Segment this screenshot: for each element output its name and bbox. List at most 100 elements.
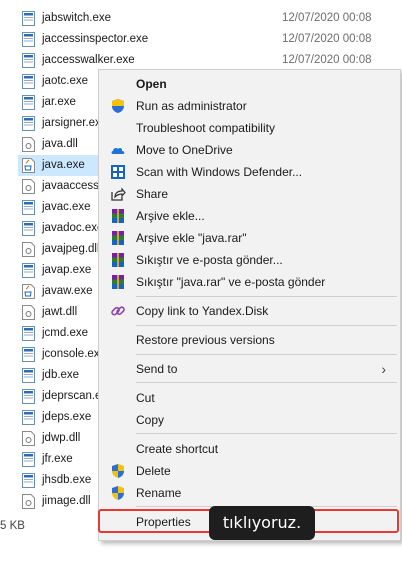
file-name: jaccesswalker.exe bbox=[42, 54, 135, 66]
dll-icon bbox=[22, 431, 35, 446]
winrar-icon bbox=[110, 208, 126, 224]
menu-label: Sıkıştır "java.rar" ve e-posta gönder bbox=[136, 275, 326, 289]
exe-icon bbox=[22, 53, 35, 68]
menu-label: Copy link to Yandex.Disk bbox=[136, 304, 269, 318]
menu-label: Arşive ekle "java.rar" bbox=[136, 231, 247, 245]
exe-icon bbox=[22, 347, 35, 362]
status-size: 5 KB bbox=[0, 520, 25, 532]
menu-separator bbox=[136, 433, 397, 434]
exe-icon bbox=[22, 221, 35, 236]
menu-separator bbox=[136, 325, 397, 326]
exe-icon bbox=[22, 116, 35, 131]
file-name: jaccessinspector.exe bbox=[42, 33, 149, 45]
menu-label: Arşive ekle... bbox=[136, 209, 205, 223]
menu-item-onedrive[interactable]: Move to OneDrive bbox=[99, 139, 400, 161]
menu-item-arsiv-ekle[interactable]: Arşive ekle... bbox=[99, 205, 400, 227]
menu-item-arsiv-ekle-java[interactable]: Arşive ekle "java.rar" bbox=[99, 227, 400, 249]
menu-item-open[interactable]: Open bbox=[99, 73, 400, 95]
menu-item-copy[interactable]: Copy bbox=[99, 409, 400, 431]
file-name: jabswitch.exe bbox=[42, 12, 112, 24]
dll-icon bbox=[22, 305, 35, 320]
file-name: javap.exe bbox=[42, 264, 92, 276]
context-menu: Open Run as administrator Troubleshoot c… bbox=[98, 69, 401, 541]
menu-separator bbox=[136, 382, 397, 383]
menu-label: Restore previous versions bbox=[136, 333, 275, 347]
menu-item-create-shortcut[interactable]: Create shortcut bbox=[99, 438, 400, 460]
chevron-right-icon: › bbox=[381, 361, 386, 377]
file-name: javadoc.exe bbox=[42, 222, 104, 234]
exe-icon bbox=[22, 452, 35, 467]
file-name: jaotc.exe bbox=[42, 75, 89, 87]
file-name: jar.exe bbox=[42, 96, 76, 108]
menu-item-share[interactable]: Share bbox=[99, 183, 400, 205]
menu-label: Move to OneDrive bbox=[136, 143, 233, 157]
file-name: jconsole.exe bbox=[42, 348, 106, 360]
menu-item-sikistir-java-gonder[interactable]: Sıkıştır "java.rar" ve e-posta gönder bbox=[99, 271, 400, 293]
menu-label: Cut bbox=[136, 391, 155, 405]
winrar-icon bbox=[110, 274, 126, 290]
file-name: jdwp.dll bbox=[42, 432, 81, 444]
menu-item-restore[interactable]: Restore previous versions bbox=[99, 329, 400, 351]
menu-item-delete[interactable]: Delete bbox=[99, 460, 400, 482]
file-name: jhsdb.exe bbox=[42, 474, 92, 486]
file-name: jfr.exe bbox=[42, 453, 73, 465]
dll-icon bbox=[22, 494, 35, 509]
defender-icon bbox=[110, 164, 126, 180]
exe-icon bbox=[22, 368, 35, 383]
java-icon bbox=[22, 284, 35, 299]
onedrive-cloud-icon bbox=[110, 142, 126, 158]
uac-shield-icon bbox=[110, 463, 126, 479]
menu-item-yandex[interactable]: Copy link to Yandex.Disk bbox=[99, 300, 400, 322]
file-name: java.dll bbox=[42, 138, 78, 150]
file-name: jdb.exe bbox=[42, 369, 80, 381]
annotation-callout: tıklıyoruz. bbox=[209, 506, 315, 540]
file-row[interactable]: jaccesswalker.exe 12/07/2020 00:08 bbox=[0, 50, 402, 71]
exe-icon bbox=[22, 11, 35, 26]
menu-label: Share bbox=[136, 187, 169, 201]
exe-icon bbox=[22, 473, 35, 488]
menu-label: Troubleshoot compatibility bbox=[136, 121, 275, 135]
file-name: java.exe bbox=[42, 159, 85, 171]
file-date: 12/07/2020 00:08 bbox=[282, 54, 372, 66]
exe-icon bbox=[22, 200, 35, 215]
exe-icon bbox=[22, 95, 35, 110]
exe-icon bbox=[22, 389, 35, 404]
dll-icon bbox=[22, 179, 35, 194]
share-icon bbox=[110, 186, 126, 202]
exe-icon bbox=[22, 74, 35, 89]
menu-item-defender[interactable]: Scan with Windows Defender... bbox=[99, 161, 400, 183]
menu-item-sikistir-gonder[interactable]: Sıkıştır ve e-posta gönder... bbox=[99, 249, 400, 271]
file-date: 12/07/2020 00:08 bbox=[282, 12, 372, 24]
menu-item-troubleshoot[interactable]: Troubleshoot compatibility bbox=[99, 117, 400, 139]
uac-shield-icon bbox=[110, 485, 126, 501]
file-row[interactable]: jabswitch.exe 12/07/2020 00:08 bbox=[0, 8, 402, 29]
menu-label: Scan with Windows Defender... bbox=[136, 165, 303, 179]
file-name: jdeps.exe bbox=[42, 411, 92, 423]
exe-icon bbox=[22, 326, 35, 341]
menu-label: Rename bbox=[136, 486, 182, 500]
winrar-icon bbox=[110, 230, 126, 246]
uac-shield-icon bbox=[110, 98, 126, 114]
file-name: jawt.dll bbox=[42, 306, 78, 318]
menu-item-send-to[interactable]: Send to › bbox=[99, 358, 400, 380]
file-name: javaaccessb bbox=[42, 180, 106, 192]
menu-label: Run as administrator bbox=[136, 99, 247, 113]
menu-label: Copy bbox=[136, 413, 165, 427]
menu-separator bbox=[136, 296, 397, 297]
java-icon bbox=[22, 158, 35, 173]
winrar-icon bbox=[110, 252, 126, 268]
file-row[interactable]: jaccessinspector.exe 12/07/2020 00:08 bbox=[0, 29, 402, 50]
exe-icon bbox=[22, 410, 35, 425]
menu-label: Delete bbox=[136, 464, 171, 478]
file-name: javajpeg.dll bbox=[42, 243, 100, 255]
exe-icon bbox=[22, 263, 35, 278]
menu-item-run-as-admin[interactable]: Run as administrator bbox=[99, 95, 400, 117]
menu-label: Open bbox=[136, 77, 167, 91]
menu-item-cut[interactable]: Cut bbox=[99, 387, 400, 409]
menu-item-rename[interactable]: Rename bbox=[99, 482, 400, 504]
link-icon bbox=[110, 303, 126, 319]
dll-icon bbox=[22, 242, 35, 257]
file-name: jimage.dll bbox=[42, 495, 91, 507]
menu-label: Send to bbox=[136, 362, 178, 376]
menu-label: Sıkıştır ve e-posta gönder... bbox=[136, 253, 283, 267]
